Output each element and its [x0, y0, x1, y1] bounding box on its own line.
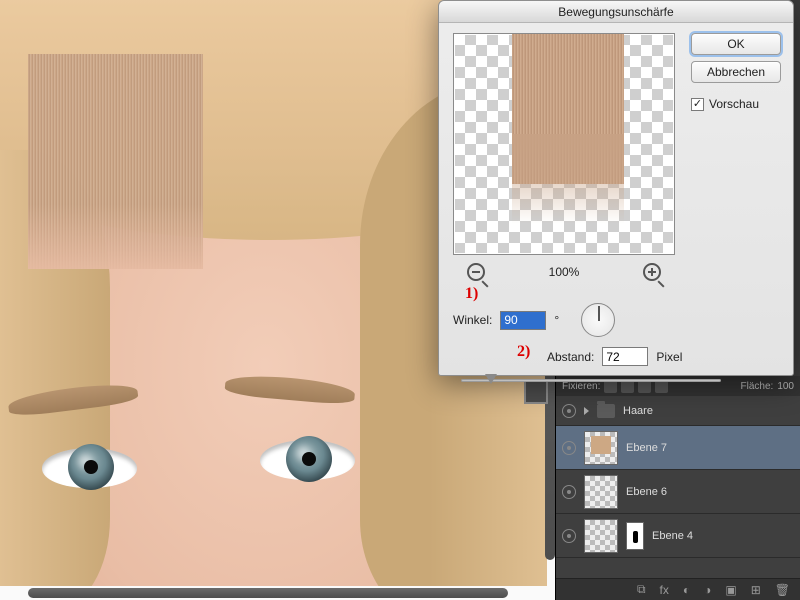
zoom-in-icon[interactable]: [643, 263, 661, 281]
new-layer-icon[interactable]: ⊞: [751, 583, 761, 597]
filter-preview[interactable]: [453, 33, 675, 255]
add-mask-icon[interactable]: ◐: [683, 583, 690, 597]
layer-row[interactable]: Ebene 4: [556, 514, 800, 558]
zoom-out-icon[interactable]: [467, 263, 485, 281]
folder-icon: [597, 404, 615, 418]
fill-value[interactable]: 100: [777, 381, 794, 392]
visibility-icon[interactable]: [562, 529, 576, 543]
distance-input[interactable]: [602, 347, 648, 366]
layer-row[interactable]: Ebene 6: [556, 470, 800, 514]
layer-thumbnail[interactable]: [584, 431, 618, 465]
dialog-title: Bewegungsunschärfe: [439, 1, 793, 23]
angle-input[interactable]: [500, 311, 546, 330]
checkbox-icon[interactable]: ✓: [691, 98, 704, 111]
distance-unit: Pixel: [656, 350, 682, 364]
angle-label: Winkel:: [453, 313, 492, 327]
link-layers-icon[interactable]: ⧉: [637, 582, 646, 597]
group-name[interactable]: Haare: [623, 405, 653, 417]
visibility-icon[interactable]: [562, 485, 576, 499]
distance-label: Abstand:: [547, 350, 594, 364]
angle-unit: °: [554, 313, 559, 327]
visibility-icon[interactable]: [562, 404, 576, 418]
motion-blur-patch: [28, 54, 203, 269]
cancel-button[interactable]: Abbrechen: [691, 61, 781, 83]
layer-name[interactable]: Ebene 6: [626, 486, 667, 498]
layer-thumbnail[interactable]: [584, 475, 618, 509]
horizontal-scrollbar[interactable]: [28, 588, 508, 598]
annotation-1: 1): [465, 285, 478, 303]
motion-blur-dialog: Bewegungsunschärfe 100% OK Abbrechen ✓ V…: [438, 0, 794, 376]
fx-icon[interactable]: fx: [660, 583, 669, 597]
layer-thumbnail[interactable]: [584, 519, 618, 553]
adjustment-layer-icon[interactable]: ◑: [704, 583, 711, 597]
delete-layer-icon[interactable]: 🗑: [775, 583, 790, 597]
preview-checkbox[interactable]: ✓ Vorschau: [691, 97, 781, 111]
layer-group-row[interactable]: Haare: [556, 396, 800, 426]
distance-slider[interactable]: [461, 373, 721, 387]
angle-dial[interactable]: [581, 303, 615, 337]
preview-checkbox-label: Vorschau: [709, 97, 759, 111]
disclosure-triangle-icon[interactable]: [584, 407, 589, 415]
layer-name[interactable]: Ebene 7: [626, 442, 667, 454]
layers-list: Haare Ebene 7 Ebene 6 Ebene 4: [556, 396, 800, 578]
new-group-icon[interactable]: ▣: [725, 583, 736, 597]
fill-label: Fläche:: [741, 381, 774, 392]
layer-mask-thumbnail[interactable]: [626, 522, 644, 550]
layers-footer: ⧉ fx ◐ ◑ ▣ ⊞ 🗑: [556, 578, 800, 600]
layer-name[interactable]: Ebene 4: [652, 530, 693, 542]
zoom-value: 100%: [549, 265, 580, 279]
layer-row[interactable]: Ebene 7: [556, 426, 800, 470]
ok-button[interactable]: OK: [691, 33, 781, 55]
visibility-icon[interactable]: [562, 441, 576, 455]
